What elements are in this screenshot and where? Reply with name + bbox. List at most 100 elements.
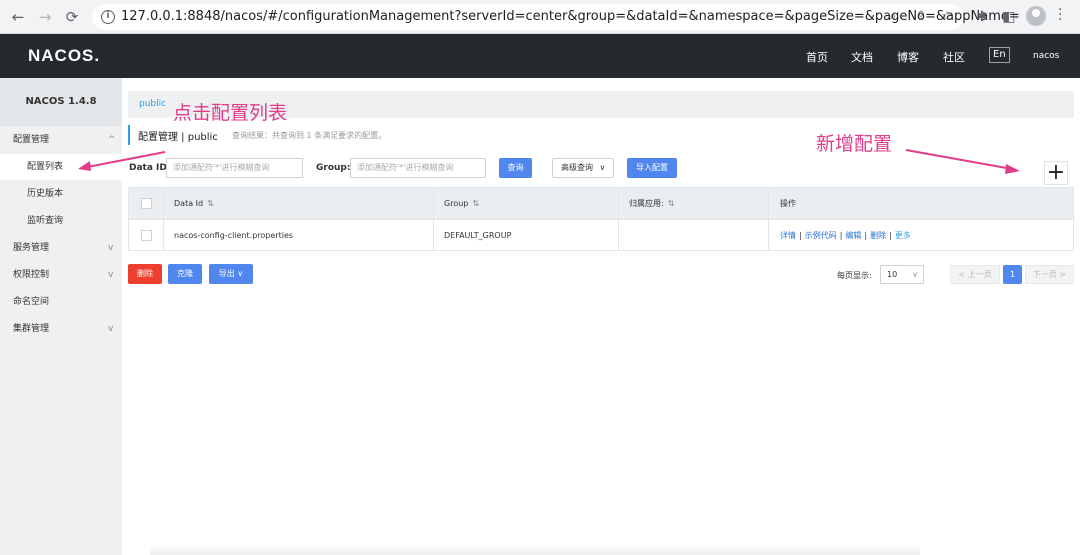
sidepanel-icon[interactable]: ◧ xyxy=(999,7,1019,27)
language-switch[interactable]: En xyxy=(989,47,1010,63)
group-label: Group: xyxy=(316,163,351,173)
sidebar-item-namespace[interactable]: 命名空间 xyxy=(0,289,122,315)
page-size-value: 10 xyxy=(887,270,898,279)
column-header-ops: 操作 xyxy=(780,199,796,208)
chevron-up-icon: ^ xyxy=(108,135,116,145)
cell-group: DEFAULT_GROUP xyxy=(444,231,512,240)
sidebar-item-label: 配置管理 xyxy=(13,135,50,145)
more-link[interactable]: 更多 xyxy=(895,231,911,240)
column-divider xyxy=(433,220,434,251)
top-navbar: NACOS. 首页 文档 博客 社区 En nacos xyxy=(0,34,1080,78)
user-menu[interactable]: nacos xyxy=(1033,51,1059,61)
chevron-down-icon: v xyxy=(108,243,114,253)
column-divider xyxy=(618,188,619,219)
cell-dataid: nacos-config-client.properties xyxy=(174,231,294,240)
annotation-add-config: 新增配置 xyxy=(816,133,893,155)
column-header-group[interactable]: Group ⇅ xyxy=(444,188,479,219)
column-header-label: 归属应用: xyxy=(629,199,664,208)
table-header: Data Id ⇅ Group ⇅ 归属应用: ⇅ 操作 xyxy=(129,188,1073,219)
column-header-dataid[interactable]: Data Id ⇅ xyxy=(174,188,214,219)
sidebar-item-listener-query[interactable]: 监听查询 xyxy=(0,208,122,234)
extensions-icon[interactable]: ✱ xyxy=(972,7,992,27)
bottom-shadow xyxy=(150,543,920,555)
sort-icon[interactable]: ⇅ xyxy=(472,199,479,208)
advanced-query-label: 高级查询 xyxy=(561,163,593,172)
add-config-plus-icon[interactable]: + xyxy=(1044,161,1068,185)
export-label: 导出 xyxy=(218,269,235,278)
cell-operations: 详情 | 示例代码 | 编辑 | 删除 | 更多 xyxy=(780,231,911,240)
page-size-label: 每页显示: xyxy=(837,271,872,280)
sidebar-item-history[interactable]: 历史版本 xyxy=(0,181,122,207)
app-root: { "browser": { "url": "127.0.0.1:8848/na… xyxy=(0,0,1080,555)
sidebar-item-label: 集群管理 xyxy=(13,324,50,334)
current-page-button[interactable]: 1 xyxy=(1003,265,1022,284)
query-result-text: 查询结果：共查询到 1 条满足要求的配置。 xyxy=(232,131,387,140)
version-label: NACOS 1.4.8 xyxy=(0,78,122,126)
sidebar-item-config-list[interactable]: 配置列表 xyxy=(0,154,122,180)
chevron-down-icon: v xyxy=(108,270,114,280)
chevron-down-icon: v xyxy=(108,324,114,334)
column-divider xyxy=(163,188,164,219)
edit-link[interactable]: 编辑 xyxy=(845,231,861,240)
group-input[interactable]: 添加通配符'*'进行模糊查询 xyxy=(350,158,486,178)
query-button[interactable]: 查询 xyxy=(499,158,532,178)
column-header-app[interactable]: 归属应用: ⇅ xyxy=(629,188,674,219)
site-info-icon[interactable]: i xyxy=(101,10,115,24)
sample-code-link[interactable]: 示例代码 xyxy=(805,231,837,240)
dataid-input[interactable]: 添加通配符'*'进行模糊查询 xyxy=(166,158,303,178)
column-header-label: Data Id xyxy=(174,199,204,208)
annotation-config-list: 点击配置列表 xyxy=(173,102,288,124)
sidebar-item-config-management[interactable]: 配置管理 ^ xyxy=(0,127,122,153)
column-divider xyxy=(768,220,769,251)
reload-icon[interactable]: ⟳ xyxy=(62,7,82,27)
sidebar-item-label: 权限控制 xyxy=(13,270,50,280)
forward-icon[interactable]: → xyxy=(35,7,55,27)
zoom-icon[interactable]: ⌕ xyxy=(884,8,902,26)
column-divider xyxy=(163,220,164,251)
advanced-query-button[interactable]: 高级查询 ∨ xyxy=(552,158,614,178)
dataid-label: Data ID: xyxy=(129,163,171,173)
column-divider xyxy=(618,220,619,251)
arrowhead-add-config xyxy=(1005,164,1020,174)
delete-button[interactable]: 删除 xyxy=(128,264,162,284)
page-size-select[interactable]: 10 ∨ xyxy=(880,265,924,284)
row-checkbox[interactable] xyxy=(141,230,152,241)
browser-menu-icon[interactable]: · · · xyxy=(1058,3,1062,27)
select-all-checkbox[interactable] xyxy=(141,198,152,209)
arrow-to-add-config xyxy=(905,149,1013,170)
sort-icon[interactable]: ⇅ xyxy=(668,199,675,208)
nacos-logo[interactable]: NACOS. xyxy=(28,46,100,66)
nav-docs[interactable]: 文档 xyxy=(851,49,873,65)
chevron-down-icon: ∨ xyxy=(912,270,918,279)
sidebar-item-label: 命名空间 xyxy=(13,297,50,307)
namespace-tab-public[interactable]: public xyxy=(139,99,166,109)
sidebar: NACOS 1.4.8 配置管理 ^ 配置列表 历史版本 监听查询 服务管理 v… xyxy=(0,78,122,555)
sidebar-item-label: 监听查询 xyxy=(27,216,64,226)
chevron-down-icon: ∨ xyxy=(237,269,244,278)
export-button[interactable]: 导出 ∨ xyxy=(209,264,253,284)
next-page-button[interactable]: 下一页 > xyxy=(1025,265,1074,284)
nav-blog[interactable]: 博客 xyxy=(897,49,919,65)
back-icon[interactable]: ← xyxy=(8,7,28,27)
import-config-button[interactable]: 导入配置 xyxy=(627,158,677,178)
column-divider xyxy=(768,188,769,219)
share-icon[interactable]: ⇪ xyxy=(912,8,930,26)
profile-avatar[interactable] xyxy=(1026,6,1046,26)
bookmark-star-icon[interactable]: ☆ xyxy=(938,8,956,26)
sidebar-item-label: 服务管理 xyxy=(13,243,50,253)
sidebar-item-service-management[interactable]: 服务管理 v xyxy=(0,235,122,261)
details-link[interactable]: 详情 xyxy=(780,231,796,240)
chevron-down-icon: ∨ xyxy=(599,163,606,172)
prev-page-button[interactable]: < 上一页 xyxy=(950,265,1000,284)
sort-icon[interactable]: ⇅ xyxy=(207,199,214,208)
nav-community[interactable]: 社区 xyxy=(943,49,965,65)
page-title: 配置管理 | public xyxy=(138,132,218,143)
sidebar-item-label: 配置列表 xyxy=(27,162,64,172)
nav-home[interactable]: 首页 xyxy=(806,49,828,65)
address-bar[interactable]: i 127.0.0.1:8848/nacos/#/configurationMa… xyxy=(92,4,1020,30)
sidebar-item-access-control[interactable]: 权限控制 v xyxy=(0,262,122,288)
column-divider xyxy=(433,188,434,219)
delete-link[interactable]: 删除 xyxy=(870,231,886,240)
clone-button[interactable]: 克隆 xyxy=(168,264,202,284)
sidebar-item-cluster-management[interactable]: 集群管理 v xyxy=(0,316,122,342)
